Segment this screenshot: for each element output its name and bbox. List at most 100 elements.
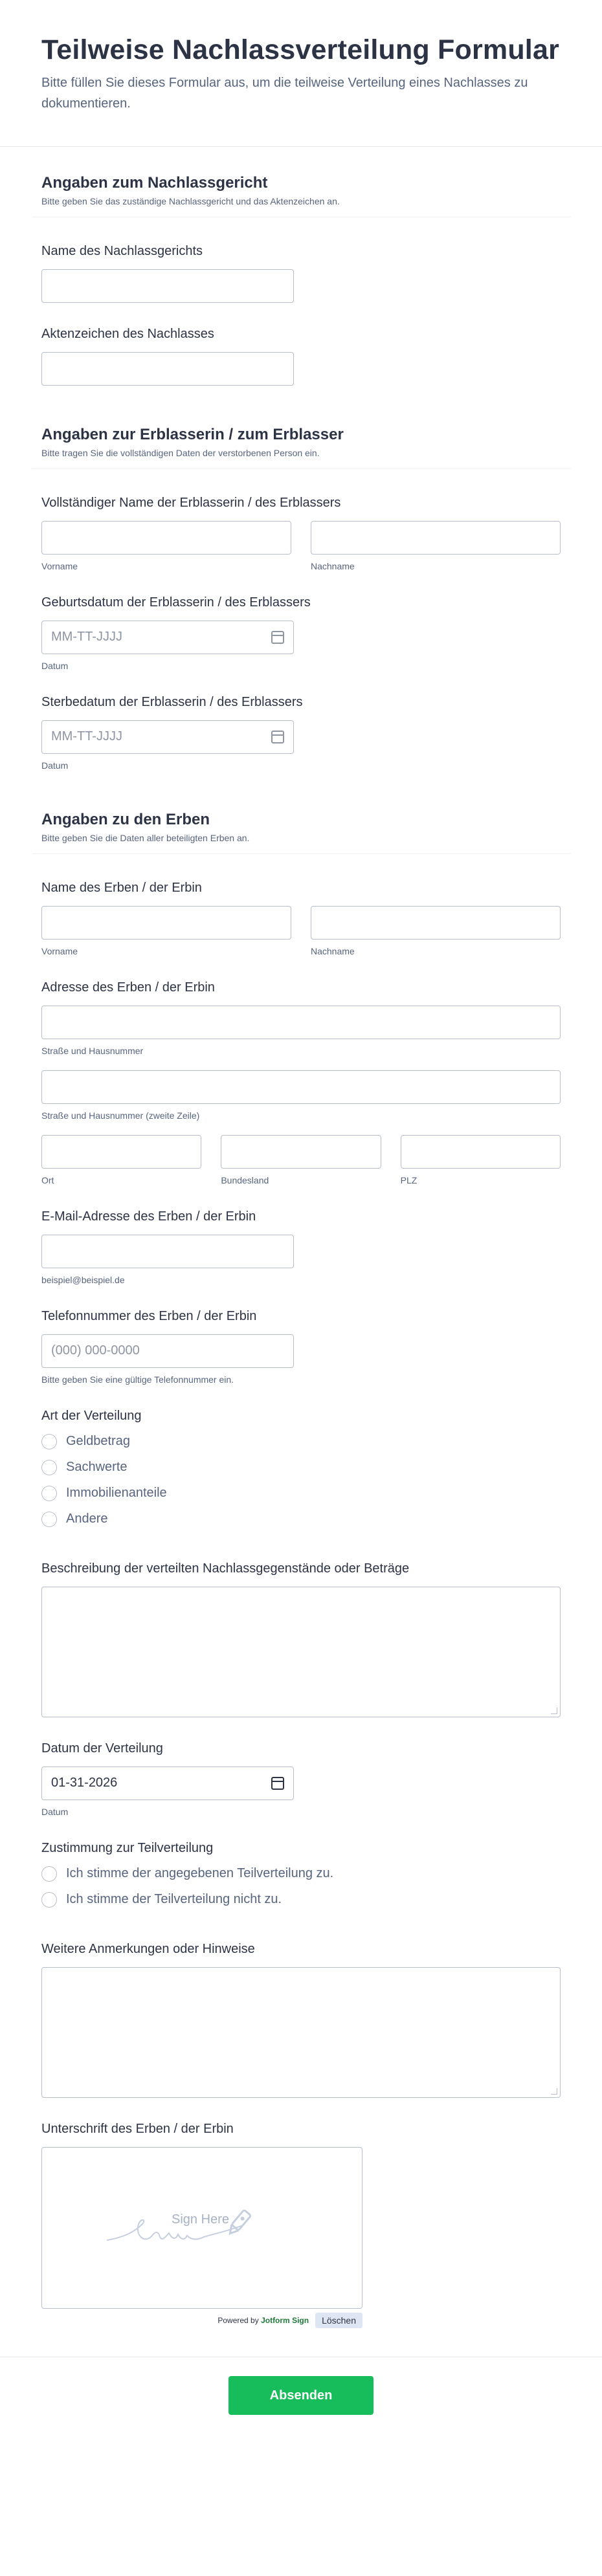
calendar-icon[interactable] [271,730,284,743]
state-input[interactable] [221,1134,381,1169]
section-court-header: Angaben zum Nachlassgericht Bitte geben … [32,147,570,217]
distribution-description-field: Beschreibung der verteilten Nachlassgege… [32,1553,570,1733]
notes-label: Weitere Anmerkungen oder Hinweise [41,1941,255,1956]
heir-last-name-sublabel: Nachname [311,945,355,956]
street2-input[interactable] [41,1070,561,1104]
section-heirs-header: Angaben zu den Erben Bitte geben Sie die… [32,786,570,854]
street-input[interactable] [41,1005,561,1039]
section-deceased-header: Angaben zur Erblasserin / zum Erblasser … [32,401,570,469]
form-subtitle: Bitte füllen Sie dieses Formular aus, um… [41,75,528,111]
heir-email-label: E-Mail-Adresse des Erben / der Erbin [41,1209,256,1224]
heir-address-label: Adresse des Erben / der Erbin [41,980,215,995]
deceased-last-name-sublabel: Nachname [311,560,355,571]
section-deceased: Angaben zur Erblasserin / zum Erblasser … [0,401,602,786]
death-date-field: Sterbedatum der Erblasserin / des Erblas… [32,687,570,786]
signature-label: Unterschrift des Erben / der Erbin [41,2121,234,2136]
form-header: Teilweise Nachlassverteilung Formular Bi… [0,0,602,147]
birth-date-label: Geburtsdatum der Erblasserin / des Erbla… [41,595,311,610]
signature-illustration: Sign Here [106,2205,295,2250]
pen-scribble-icon [106,2209,251,2241]
consent-field: Zustimmung zur Teilverteilung Ich stimme… [32,1833,570,1933]
zip-sublabel: PLZ [400,1174,418,1185]
notes-textarea[interactable] [41,1966,561,2098]
birth-date-sublabel: Datum [41,660,69,671]
heir-phone-field: Telefonnummer des Erben / der Erbin (000… [32,1301,570,1400]
radio-circle[interactable] [41,1891,57,1908]
radio-circle[interactable] [41,1866,57,1882]
radio-circle[interactable] [41,1485,57,1501]
file-number-input[interactable] [41,351,294,386]
distribution-type-field: Art der Verteilung Geldbetrag Sachwerte … [32,1400,570,1553]
distribution-date-value: 01-31-2026 [51,1776,118,1790]
radio-option-geldbetrag[interactable]: Geldbetrag [41,1433,561,1449]
resize-handle-icon[interactable] [551,2087,557,2095]
form-title: Teilweise Nachlassverteilung Formular [41,34,560,65]
death-date-label: Sterbedatum der Erblasserin / des Erblas… [41,694,303,709]
radio-option-sachwerte[interactable]: Sachwerte [41,1459,561,1475]
death-date-input[interactable]: MM-TT-JJJJ [41,720,294,754]
consent-label: Zustimmung zur Teilverteilung [41,1840,214,1855]
radio-circle[interactable] [41,1433,57,1449]
calendar-icon[interactable] [271,630,284,644]
deceased-last-name-input[interactable] [311,520,561,555]
radio-option-andere[interactable]: Andere [41,1511,561,1527]
distribution-date-input[interactable]: 01-31-2026 [41,1766,294,1800]
city-sublabel: Ort [41,1174,54,1185]
section-heirs-title: Angaben zu den Erben [41,810,210,828]
email-sublabel: beispiel@beispiel.de [41,1274,125,1285]
court-name-input[interactable] [41,269,294,303]
section-heirs-desc: Bitte geben Sie die Daten aller beteilig… [41,832,250,843]
file-number-label: Aktenzeichen des Nachlasses [41,326,214,341]
distribution-description-label: Beschreibung der verteilten Nachlassgege… [41,1561,410,1576]
court-name-field: Name des Nachlassgerichts [32,236,570,318]
distribution-date-sublabel: Datum [41,1806,69,1817]
form-footer: Absenden [0,2356,602,2434]
deceased-name-label: Vollständiger Name der Erblasserin / des… [41,495,341,510]
heir-address-field: Adresse des Erben / der Erbin Straße und… [32,972,570,1201]
powered-by: Powered by Jotform Sign [217,2315,309,2325]
birth-date-input[interactable]: MM-TT-JJJJ [41,620,294,654]
signature-pad[interactable]: Sign Here [41,2146,362,2309]
court-name-label: Name des Nachlassgerichts [41,243,203,258]
file-number-field: Aktenzeichen des Nachlasses [32,318,570,401]
form-page: Teilweise Nachlassverteilung Formular Bi… [0,0,602,2576]
state-sublabel: Bundesland [221,1174,269,1185]
birth-date-field: Geburtsdatum der Erblasserin / des Erbla… [32,587,570,687]
phone-sublabel: Bitte geben Sie eine gültige Telefonnumm… [41,1374,234,1385]
radio-option-disagree[interactable]: Ich stimme der Teilverteilung nicht zu. [41,1891,561,1908]
radio-option-immobilienanteile[interactable]: Immobilienanteile [41,1485,561,1501]
radio-circle[interactable] [41,1511,57,1527]
heir-name-field: Name des Erben / der Erbin Vorname Nachn… [32,872,570,972]
heir-first-name-input[interactable] [41,905,291,940]
deceased-first-name-input[interactable] [41,520,291,555]
deceased-first-name-sublabel: Vorname [41,560,78,571]
phone-input[interactable]: (000) 000-0000 [41,1334,294,1368]
section-court: Angaben zum Nachlassgericht Bitte geben … [0,147,602,401]
section-deceased-title: Angaben zur Erblasserin / zum Erblasser [41,425,344,443]
birth-date-placeholder: MM-TT-JJJJ [51,630,122,644]
heir-email-field: E-Mail-Adresse des Erben / der Erbin bei… [32,1201,570,1301]
notes-field: Weitere Anmerkungen oder Hinweise [32,1933,570,2113]
distribution-description-textarea[interactable] [41,1586,561,1717]
submit-button[interactable]: Absenden [229,2376,373,2416]
heir-last-name-input[interactable] [311,905,561,940]
heir-name-label: Name des Erben / der Erbin [41,880,202,895]
phone-placeholder: (000) 000-0000 [51,1343,140,1358]
section-deceased-desc: Bitte tragen Sie die vollständigen Daten… [41,447,320,458]
clear-signature-button[interactable]: Löschen [315,2312,362,2328]
distribution-date-label: Datum der Verteilung [41,1741,163,1756]
zip-input[interactable] [400,1134,561,1169]
signature-field: Unterschrift des Erben / der Erbin Sign … [32,2113,570,2344]
deceased-name-field: Vollständiger Name der Erblasserin / des… [32,487,570,587]
resize-handle-icon[interactable] [551,1707,557,1714]
radio-option-agree[interactable]: Ich stimme der angegebenen Teilverteilun… [41,1866,561,1882]
email-input[interactable] [41,1234,294,1268]
city-input[interactable] [41,1134,202,1169]
distribution-type-label: Art der Verteilung [41,1408,142,1423]
distribution-date-field: Datum der Verteilung 01-31-2026 Datum [32,1733,570,1833]
signature-footer: Powered by Jotform Sign Löschen [41,2312,362,2328]
section-court-title: Angaben zum Nachlassgericht [41,173,268,192]
calendar-icon[interactable] [271,1776,284,1790]
heir-first-name-sublabel: Vorname [41,945,78,956]
radio-circle[interactable] [41,1459,57,1475]
